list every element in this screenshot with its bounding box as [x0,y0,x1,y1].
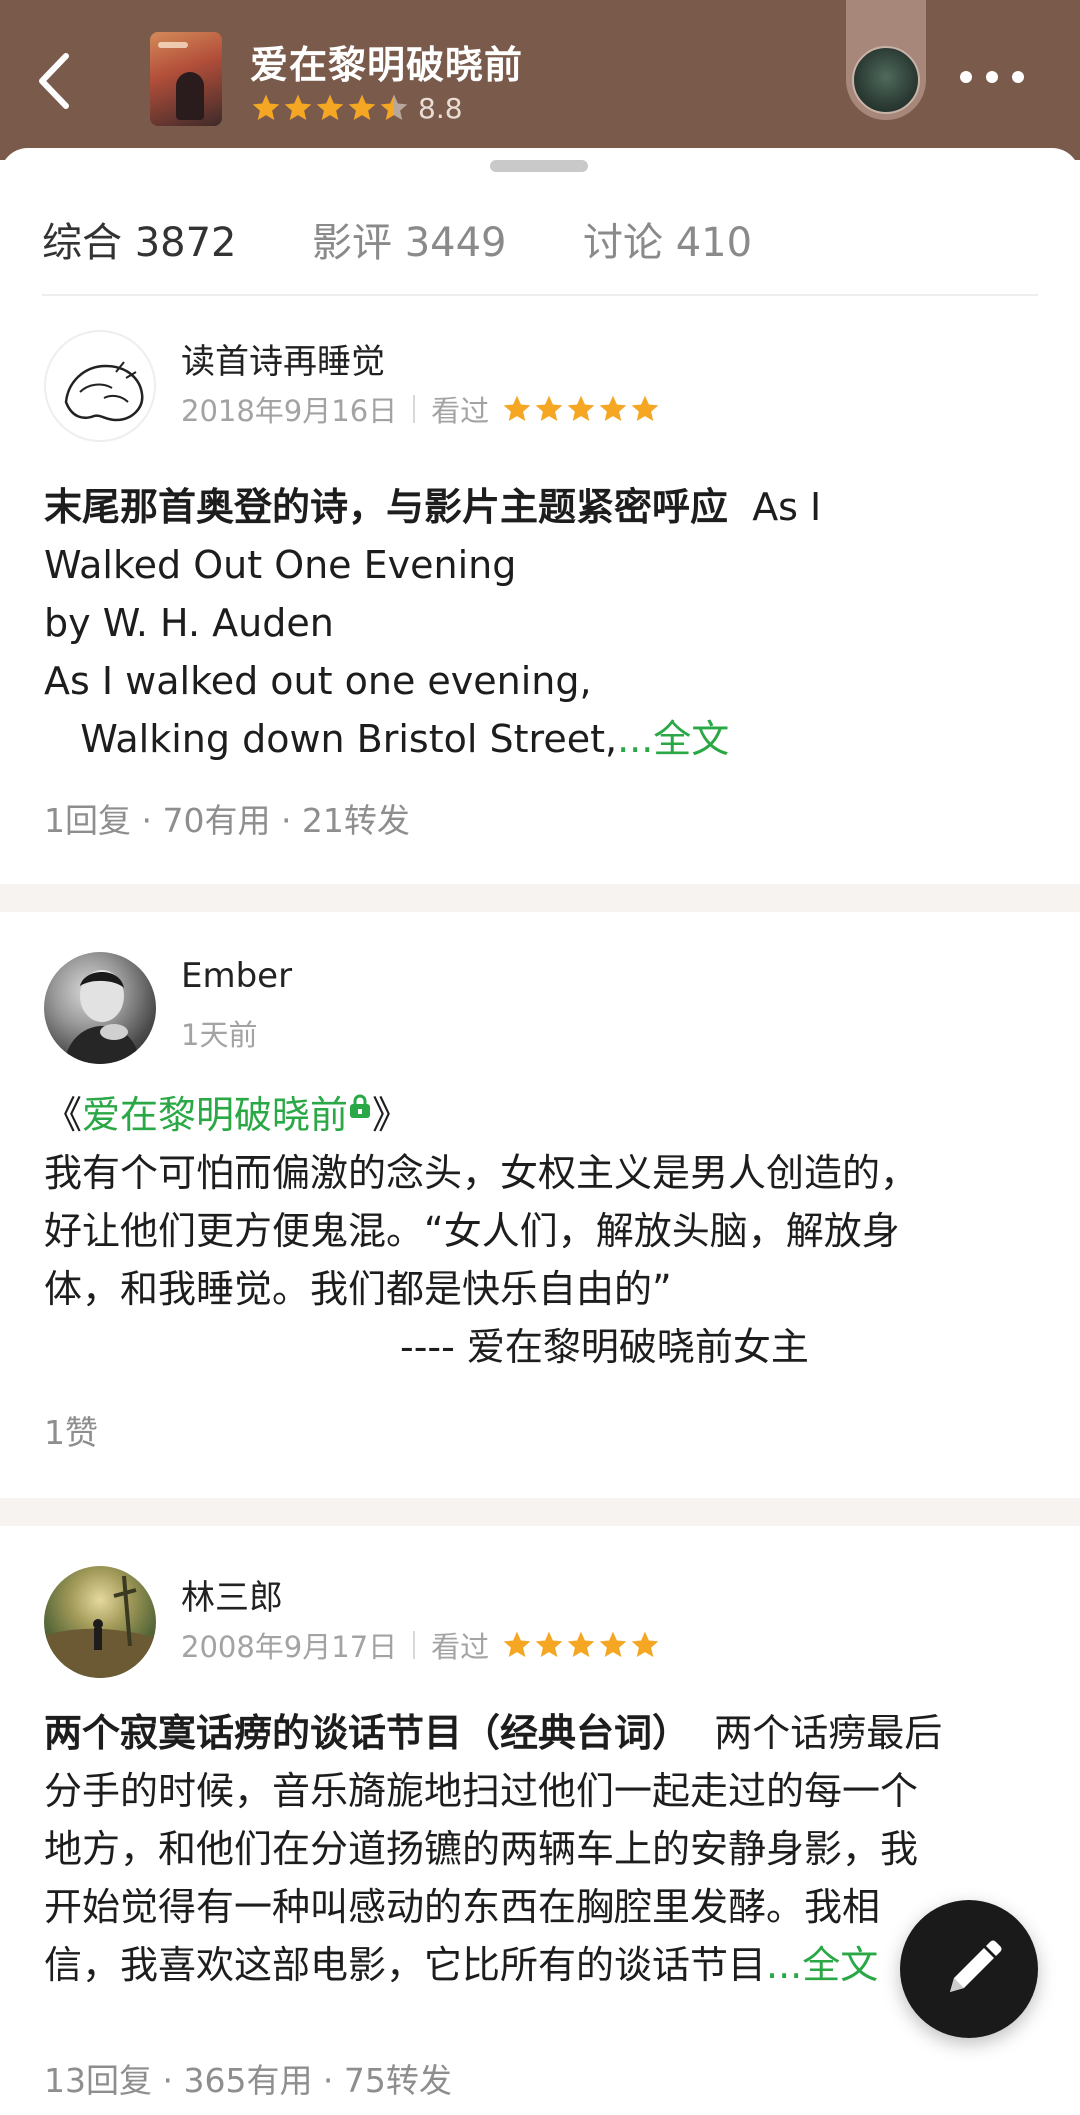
review-line: Walked Out One Evening [44,543,517,587]
avatar [852,46,920,114]
rating-stars [250,92,410,124]
more-button[interactable] [960,62,1024,92]
bracket-open: 《 [44,1093,83,1137]
read-more-link[interactable]: ...全文 [617,717,729,761]
star-icon [252,94,280,120]
review-body[interactable]: 末尾那首奥登的诗，与影片主题紧密呼应 As I Walked Out One E… [44,478,1034,768]
review-username[interactable]: Ember [181,956,292,996]
star-icon [599,1631,627,1657]
review-date: 2018年9月16日 [181,394,398,428]
bracket-close: 》 [372,1093,411,1137]
star-icon [631,1631,659,1657]
drag-handle[interactable] [490,160,588,172]
pencil-icon [950,1940,1002,1992]
star-icon [535,395,563,421]
review-line: As I [752,485,822,529]
movie-link[interactable]: 爱在黎明破晓前 [82,1093,348,1137]
star-icon [503,395,531,421]
portrait-avatar-icon [64,970,140,1064]
tab-discussions[interactable]: 讨论 410 [583,210,752,268]
review-date: 1天前 [181,1018,258,1052]
landscape-avatar-icon [44,1575,156,1678]
status-line: ---- 爱在黎明破晓前女主 [400,1325,809,1369]
star-icon [567,1631,595,1657]
review-line: As I walked out one evening, [44,659,592,703]
review-stars [501,393,661,425]
status-line: 好让他们更方便鬼混。“女人们，解放头脑，解放身 [44,1209,900,1253]
review-feed: 读首诗再睡觉 2018年9月16日 看过 末尾那首奥登的诗，与影片主题紧密呼应 … [0,296,1080,2115]
watch-status: 看过 [431,1630,490,1664]
review-line: 开始觉得有一种叫感动的东西在胸腔里发酵。我相 [44,1885,881,1929]
avatar[interactable] [44,330,156,442]
review-stats: 1回复 · 70有用 · 21转发 [44,801,410,840]
chevron-left-icon [39,53,69,109]
review-username[interactable]: 林三郎 [181,1570,283,1619]
avatar[interactable] [44,1566,156,1678]
review-line: Walking down Bristol Street, [44,717,618,761]
status-body[interactable]: 《爱在黎明破晓前》 我有个可怕而偏激的念头，女权主义是男人创造的， 好让他们更方… [44,1086,1034,1376]
review-username[interactable]: 读首诗再睡觉 [181,334,385,383]
tab-bar: 综合 3872 影评 3449 讨论 410 [0,192,1080,338]
status-line: 体，和我睡觉。我们都是快乐自由的” [44,1267,672,1311]
review-line: 信，我喜欢这部电影，它比所有的谈话节目 [44,1943,767,1987]
star-icon [503,1631,531,1657]
movie-rating: 8.8 [250,88,463,128]
star-icon [380,94,408,120]
star-icon [316,94,344,120]
write-review-button[interactable] [900,1900,1038,2038]
star-icon [631,395,659,421]
review-title: 两个寂寞话痨的谈话节目（经典台词） [44,1711,691,1755]
review-title: 末尾那首奥登的诗，与影片主题紧密呼应 [44,485,729,529]
star-icon [599,395,627,421]
review-line: by W. H. Auden [44,601,334,645]
watch-status: 看过 [431,394,490,428]
sketch-avatar-icon [64,361,144,422]
review-line: 地方，和他们在分道扬镳的两辆车上的安静身影，我 [44,1827,919,1871]
divider [0,884,1080,912]
review-meta: 2018年9月16日 看过 [181,388,661,430]
status-line: 我有个可怕而偏激的念头，女权主义是男人创造的， [44,1151,919,1195]
tab-reviews[interactable]: 影评 3449 [312,210,507,268]
star-icon [535,1631,563,1657]
movie-poster[interactable] [150,32,222,126]
avatar[interactable] [44,952,156,1064]
review-meta: 2008年9月17日 看过 [181,1624,661,1666]
like-count[interactable]: 1赞 [44,1406,98,1454]
rating-score: 8.8 [418,91,463,125]
lock-icon [350,1094,371,1118]
review-stats: 13回复 · 365有用 · 75转发 [44,2061,452,2100]
review-card[interactable]: Ember 1天前 《爱在黎明破晓前》 我有个可怕而偏激的念头，女权主义是男人创… [0,912,1080,1498]
back-button[interactable] [30,46,80,116]
star-icon [284,94,312,120]
read-more-link[interactable]: ...全文 [766,1943,878,1987]
review-meta: 1天前 [181,1012,257,1054]
star-icon [348,94,376,120]
user-avatar-button[interactable] [846,0,926,120]
tab-overview[interactable]: 综合 3872 [42,210,237,268]
review-stars [501,1629,661,1661]
review-line: 两个话痨最后 [714,1711,943,1755]
star-icon [567,395,595,421]
review-date: 2008年9月17日 [181,1630,398,1664]
divider [0,1498,1080,1526]
movie-title: 爱在黎明破晓前 [250,43,524,87]
review-card[interactable]: 读首诗再睡觉 2018年9月16日 看过 末尾那首奥登的诗，与影片主题紧密呼应 … [0,296,1080,884]
review-line: 分手的时候，音乐旖旎地扫过他们一起走过的每一个 [44,1769,919,1813]
top-bar: 爱在黎明破晓前 8.8 [0,0,1080,160]
review-body[interactable]: 两个寂寞话痨的谈话节目（经典台词） 两个话痨最后 分手的时候，音乐旖旎地扫过他们… [44,1704,1034,1994]
